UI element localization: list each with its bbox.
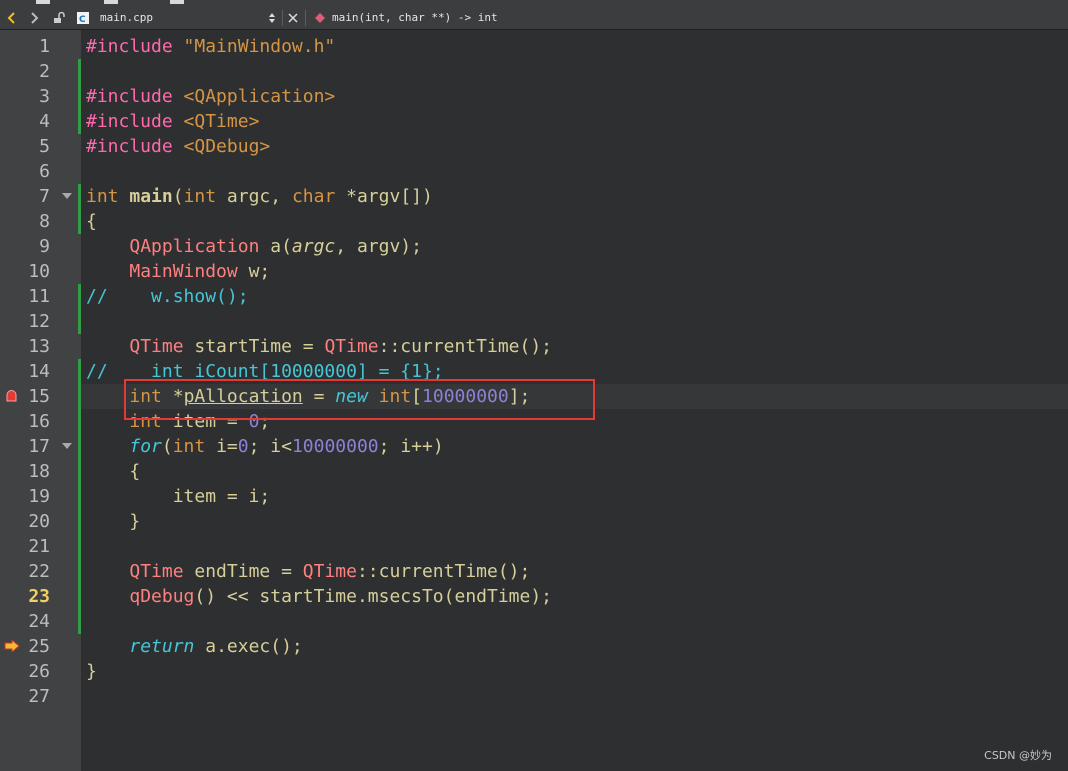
lock-button[interactable] [50, 7, 70, 29]
file-type-button[interactable]: C [74, 7, 92, 29]
breakpoint-icon[interactable] [5, 390, 18, 402]
code-line-1: #include "MainWindow.h" [86, 36, 336, 57]
code-line-9: QApplication a(argc, argv); [129, 236, 422, 257]
close-document-button[interactable] [284, 7, 302, 29]
back-button[interactable] [2, 7, 22, 29]
file-selector[interactable]: main.cpp [100, 7, 153, 29]
line-number[interactable]: 11 [0, 284, 50, 309]
code-line-10: MainWindow w; [129, 261, 271, 282]
line-number[interactable]: 9 [0, 234, 50, 259]
code-line-4: #include <QTime> [86, 111, 260, 132]
line-number[interactable]: 4 [0, 109, 50, 134]
fold-arrow-icon[interactable] [62, 193, 72, 199]
code-line-25: return a.exec(); [129, 636, 303, 657]
fold-arrow-icon[interactable] [62, 443, 72, 449]
toolbar-divider [282, 10, 283, 26]
line-number[interactable]: 14 [0, 359, 50, 384]
code-line-18: { [86, 461, 141, 482]
svg-text:C: C [79, 15, 86, 25]
line-number[interactable]: 20 [0, 509, 50, 534]
line-number[interactable]: 8 [0, 209, 50, 234]
line-number[interactable]: 16 [0, 409, 50, 434]
code-line-11: // w.show(); [86, 286, 249, 307]
line-number[interactable]: 7 [0, 184, 50, 209]
menu-fragment [104, 0, 118, 4]
function-diamond-icon [315, 13, 325, 23]
code-line-20: } [86, 511, 141, 532]
close-icon [288, 13, 298, 23]
line-number[interactable]: 6 [0, 159, 50, 184]
line-number[interactable]: 27 [0, 684, 50, 709]
line-number[interactable]: 21 [0, 534, 50, 559]
updown-arrows-icon [269, 13, 275, 23]
change-marker [78, 359, 81, 634]
forward-button[interactable] [24, 7, 44, 29]
line-number[interactable]: 19 [0, 484, 50, 509]
change-marker [78, 284, 81, 334]
chevron-right-icon [31, 12, 39, 24]
line-number[interactable]: 17 [0, 434, 50, 459]
line-number[interactable]: 1 [0, 34, 50, 59]
code-line-5: #include <QDebug> [86, 136, 271, 157]
line-number[interactable]: 10 [0, 259, 50, 284]
line-number[interactable]: 13 [0, 334, 50, 359]
change-marker [78, 59, 81, 134]
function-symbol [313, 7, 327, 29]
file-selector-dropdown[interactable] [265, 7, 279, 29]
code-line-7: int main(int argc, char *argv[]) [86, 186, 433, 207]
line-number[interactable]: 24 [0, 609, 50, 634]
line-number[interactable]: 2 [0, 59, 50, 84]
toolbar-divider [305, 10, 306, 26]
code-line-23: qDebug() << startTime.msecsTo(endTime); [129, 586, 553, 607]
execution-arrow-icon [4, 640, 20, 652]
watermark: CSDN @妙为 [984, 749, 1052, 762]
unlock-icon [54, 12, 65, 23]
code-line-8: { [86, 211, 97, 232]
line-number[interactable]: 26 [0, 659, 50, 684]
cpp-file-icon: C [77, 12, 89, 25]
line-number[interactable]: 18 [0, 459, 50, 484]
code-line-3: #include <QApplication> [86, 86, 336, 107]
code-line-13: QTime startTime = QTime::currentTime(); [129, 336, 553, 357]
chevron-left-icon [7, 12, 15, 24]
highlight-annotation-box [124, 379, 595, 420]
editor-toolbar: C main.cpp main(int, char **) -> int [0, 7, 1068, 30]
line-number[interactable]: 3 [0, 84, 50, 109]
line-number[interactable]: 22 [0, 559, 50, 584]
line-number[interactable]: 5 [0, 134, 50, 159]
function-selector[interactable]: main(int, char **) -> int [332, 7, 498, 29]
top-strip [0, 0, 1068, 7]
code-line-17: for(int i=0; i<10000000; i++) [129, 436, 444, 457]
line-number[interactable]: 12 [0, 309, 50, 334]
menu-fragment [36, 0, 50, 4]
change-marker [78, 184, 81, 234]
code-line-26: } [86, 661, 97, 682]
code-line-22: QTime endTime = QTime::currentTime(); [129, 561, 531, 582]
line-number[interactable]: 23 [0, 584, 50, 609]
menu-fragment [170, 0, 184, 4]
code-line-19: item = i; [86, 486, 271, 507]
